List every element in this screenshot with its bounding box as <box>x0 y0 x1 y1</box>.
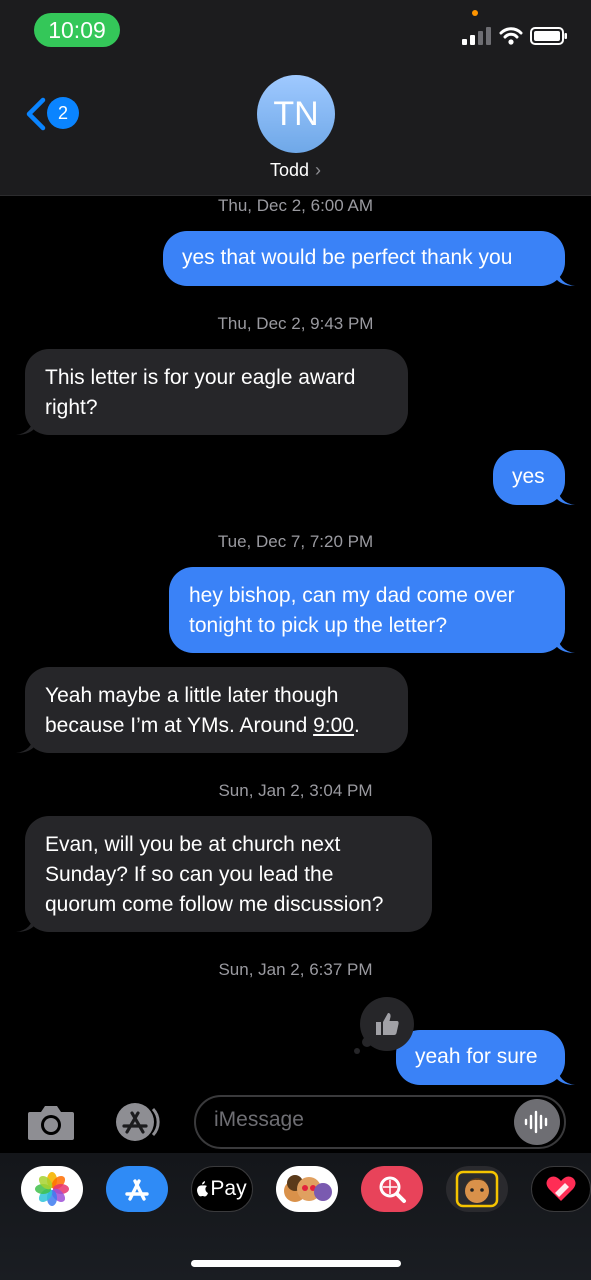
app-store-icon[interactable] <box>106 1166 168 1212</box>
images-search-icon[interactable] <box>361 1166 423 1212</box>
apple-pay-label: Pay <box>210 1177 247 1200</box>
waveform-icon <box>524 1110 548 1134</box>
received-message[interactable]: Yeah maybe a little later though because… <box>25 667 408 753</box>
received-message[interactable]: This letter is for your eagle award righ… <box>25 349 408 435</box>
message-text: tonight to pick up the letter? <box>189 614 447 637</box>
digital-touch-icon[interactable] <box>531 1166 591 1212</box>
message-text: This letter is for your eagle award <box>45 366 356 389</box>
bubble-tail <box>557 635 575 653</box>
message-text: because I’m at YMs. Around 9:00. <box>45 714 360 737</box>
cellular-signal-icon <box>462 27 491 45</box>
message-text: hey bishop, can my dad come over <box>189 584 515 607</box>
message-text: yes that would be perfect thank you <box>182 246 513 269</box>
bubble-tail <box>557 1067 575 1085</box>
tapback-dot <box>354 1048 360 1054</box>
timestamp: Sun, Jan 2, 6:37 PM <box>218 960 373 979</box>
message-input-placeholder: iMessage <box>214 1108 304 1131</box>
contact-chevron-icon: › <box>315 160 322 180</box>
sent-message[interactable]: hey bishop, can my dad come over tonight… <box>169 567 565 653</box>
message-text: Sunday? If so can you lead the <box>45 863 334 886</box>
battery-icon <box>530 27 567 45</box>
bubble-tail <box>16 914 34 932</box>
bubble-tail <box>16 417 34 435</box>
back-chevron-icon[interactable] <box>24 96 48 132</box>
contact-name: Todd <box>269 160 310 180</box>
mic-indicator-dot <box>472 10 478 16</box>
message-text: right? <box>45 396 98 419</box>
timestamp: Thu, Dec 2, 6:00 AM <box>218 196 373 215</box>
apple-pay-icon[interactable]: Pay <box>191 1166 253 1212</box>
tapback-dot <box>362 1037 372 1047</box>
apple-logo-icon <box>197 1181 209 1197</box>
timestamp: Tue, Dec 7, 7:20 PM <box>217 532 374 551</box>
contact-avatar[interactable]: TN <box>257 75 335 153</box>
camera-icon[interactable] <box>26 1102 76 1142</box>
unread-count-badge[interactable]: 2 <box>47 97 79 129</box>
time-link[interactable]: 9:00 <box>313 714 354 737</box>
timestamp: Thu, Dec 2, 9:43 PM <box>217 314 374 333</box>
thumbs-up-icon <box>376 1013 399 1035</box>
bubble-tail <box>16 735 34 753</box>
message-text: yeah for sure <box>415 1045 538 1068</box>
bubble-tail <box>557 268 575 286</box>
contact-name-button[interactable]: Todd › <box>0 160 591 181</box>
sent-message[interactable]: yes <box>493 450 565 505</box>
received-message[interactable]: Evan, will you be at church next Sunday?… <box>25 816 432 932</box>
status-time: 10:09 <box>34 13 120 47</box>
memoji-icon[interactable] <box>446 1166 508 1212</box>
message-text: quorum come follow me discussion? <box>45 893 384 916</box>
timestamp: Sun, Jan 2, 3:04 PM <box>218 781 373 800</box>
photos-app-icon[interactable] <box>21 1166 83 1212</box>
app-store-button-icon[interactable] <box>110 1101 166 1143</box>
message-text: Yeah maybe a little later though <box>45 684 339 707</box>
home-indicator[interactable] <box>191 1260 401 1267</box>
bubble-tail <box>557 487 575 505</box>
message-text: yes <box>512 465 545 488</box>
message-text: Evan, will you be at church next <box>45 833 341 856</box>
wifi-icon <box>499 27 523 45</box>
audio-message-button[interactable] <box>514 1099 560 1145</box>
memoji-stickers-icon[interactable] <box>276 1166 338 1212</box>
sent-message[interactable]: yeah for sure <box>396 1030 565 1085</box>
sent-message[interactable]: yes that would be perfect thank you <box>163 231 565 286</box>
